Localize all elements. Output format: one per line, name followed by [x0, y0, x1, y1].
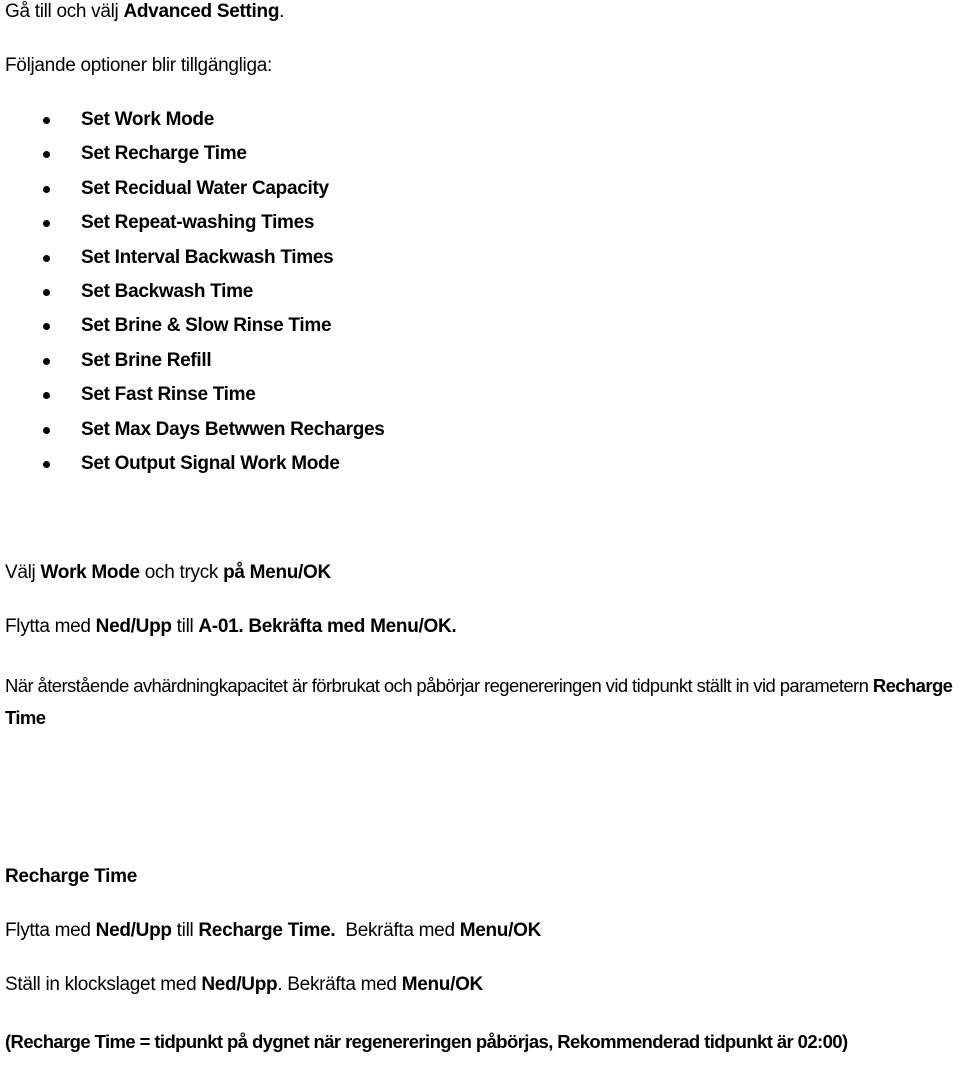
intro-text: Gå till och välj: [5, 1, 124, 22]
menu-ok-label: på Menu/OK: [223, 562, 331, 583]
a01-confirm-label: A-01. Bekräfta med Menu/OK.: [198, 616, 457, 637]
step-text: Ställ in klockslaget med: [5, 974, 202, 995]
step-text: . Bekräfta med: [277, 974, 402, 995]
bullet-icon: [43, 151, 50, 159]
ned-upp-label: Ned/Upp: [95, 920, 172, 941]
step-move-a01: Flytta med Ned/Upp till A-01. Bekräfta m…: [5, 615, 457, 639]
step-text: Välj: [5, 562, 41, 583]
option-label: Set Brine & Slow Rinse Time: [81, 315, 332, 337]
bullet-icon: [43, 117, 50, 124]
bullet-icon: [43, 392, 50, 400]
intro-suffix: .: [279, 1, 285, 22]
step-text: Bekräfta med: [335, 920, 460, 941]
bullet-icon: [43, 220, 50, 228]
bullet-icon: [43, 460, 50, 468]
menu-ok-label: Menu/OK: [459, 920, 542, 941]
explanation-text: När återstående avhärdningkapacitet är f…: [5, 675, 873, 696]
ned-upp-label: Ned/Upp: [201, 974, 278, 995]
bullet-icon: [43, 323, 50, 331]
option-label: Set Repeat-washing Times: [81, 212, 315, 234]
bullet-icon: [43, 185, 50, 193]
option-label: Set Brine Refill: [81, 349, 212, 371]
option-label: Set Output Signal Work Mode: [81, 452, 340, 474]
recharge-time-label: Recharge Time.: [198, 920, 336, 941]
option-label: Set Backwash Time: [81, 280, 253, 302]
options-heading: Följande optioner blir tillgängliga:: [5, 55, 272, 76]
bullet-icon: [43, 254, 50, 262]
step-text: Flytta med: [5, 616, 96, 637]
bullet-icon: [43, 288, 50, 296]
step-text: och tryck: [139, 562, 224, 583]
option-label: Set Recharge Time: [81, 143, 247, 165]
option-label: Set Recidual Water Capacity: [81, 177, 329, 199]
advanced-setting-label: Advanced Setting: [123, 1, 280, 22]
menu-ok-label: Menu/OK: [401, 974, 484, 995]
ned-upp-label: Ned/Upp: [95, 616, 172, 637]
step-text: till: [171, 920, 199, 941]
step-move-recharge: Flytta med Ned/Upp till Recharge Time. B…: [5, 919, 541, 943]
step-text: till: [171, 616, 199, 637]
recharge-time-note: (Recharge Time = tidpunkt på dygnet när …: [5, 1031, 848, 1052]
explanation-paragraph: När återstående avhärdningkapacitet är f…: [5, 670, 960, 734]
step-text: Flytta med: [5, 920, 96, 941]
intro-line: Gå till och välj Advanced Setting.: [5, 0, 284, 24]
option-label: Set Work Mode: [81, 109, 214, 130]
bullet-icon: [43, 357, 50, 365]
step-work-mode: Välj Work Mode och tryck på Menu/OK: [5, 561, 331, 585]
bullet-icon: [43, 426, 50, 434]
option-label: Set Max Days Betwwen Recharges: [81, 418, 385, 440]
option-label: Set Fast Rinse Time: [81, 384, 256, 406]
step-set-clock: Ställ in klockslaget med Ned/Upp. Bekräf…: [5, 973, 483, 997]
recharge-time-heading: Recharge Time: [5, 866, 137, 887]
work-mode-label: Work Mode: [40, 562, 140, 583]
option-label: Set Interval Backwash Times: [81, 246, 334, 268]
